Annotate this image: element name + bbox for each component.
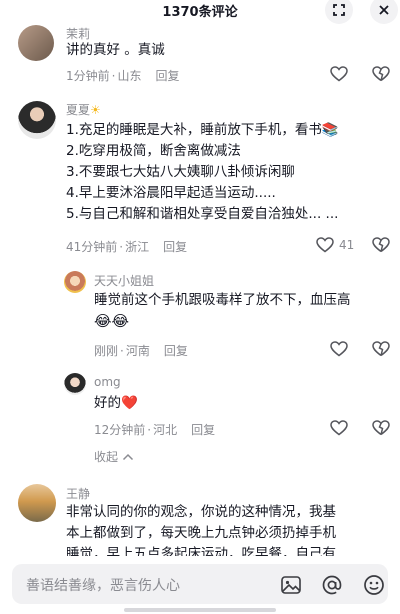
comment-line: 好的 [94,395,121,411]
comment-line: 睡觉，早上五点多起床运动，吃早餐，自己有 [66,546,336,556]
close-icon [379,5,389,15]
comment-meta: 41分钟前 · 浙江 回复 [66,238,188,255]
home-indicator [124,608,276,612]
broken-heart-icon [372,420,390,436]
avatar[interactable] [18,101,56,139]
comment-input[interactable]: 善语结善缘，恶言伤人心 [12,564,388,604]
comment-time: 41分钟前 [66,240,118,254]
comment-text: 1.充足的睡眠是大补，睡前放下手机，看书📚 2.吃穿用极简，断舍离做减法 3.不… [66,120,339,225]
avatar[interactable] [18,25,54,61]
like-count: 41 [339,238,355,252]
heart-outline-icon [316,237,334,253]
comment-location: 山东 [117,69,142,83]
broken-heart-icon [372,237,390,253]
comment-time: 1分钟前 [66,69,110,83]
like-button[interactable] [330,66,348,82]
comment-line: 2.吃穿用极简，断舍离做减法 [66,143,241,159]
comment-location: 河南 [125,344,150,358]
at-icon [322,575,342,595]
comment-line: 4.早上要沐浴晨阳早起适当运动..... [66,185,276,201]
comment-panel-header: 1370条评论 [0,0,400,24]
comment-meta: 12分钟前 · 河北 回复 [94,421,216,438]
expand-button[interactable] [325,0,353,24]
red-heart-emoji: ❤️ [121,395,138,411]
like-button[interactable] [330,341,348,357]
username-text: 夏夏 [66,103,91,117]
sun-icon: ☀ [90,103,101,117]
reply-button[interactable]: 回复 [191,421,215,438]
comment-text: 睡觉前这个手机跟吸毒样了放不下，血压高 😂😂 [94,290,351,332]
comment-input-area: 善语结善缘，恶言伤人心 [0,556,400,614]
expand-icon [333,4,345,16]
comment-time: 刚刚 [94,344,119,358]
reply-button[interactable]: 回复 [163,238,187,255]
comment-meta: 刚刚 · 河南 回复 [94,342,188,359]
reply-button[interactable]: 回复 [155,67,179,84]
comment-username[interactable]: 王静 [66,485,90,502]
like-button[interactable] [330,420,348,436]
collapse-replies-button[interactable]: 收起 [94,448,134,465]
comment-text: 非常认同的你的观念，你说的这种情况，我基 本上都做到了，每天晚上九点钟必须扔掉手… [66,502,336,556]
comment-text: 好的❤️ [94,393,138,414]
heart-outline-icon [330,420,348,436]
collapse-label: 收起 [94,450,119,464]
avatar[interactable] [64,271,86,293]
emoji-icon [364,575,384,595]
chevron-up-icon [122,453,134,460]
dislike-button[interactable] [372,66,390,86]
broken-heart-icon [372,66,390,82]
comment-line: 3.不要跟七大姑八大姨聊八卦倾诉闲聊 [66,164,295,180]
mention-button[interactable] [321,574,343,596]
comment-line: 1.充足的睡眠是大补，睡前放下手机，看书📚 [66,122,339,138]
comment-list[interactable]: 茉莉 讲的真好 。真诚 1分钟前 · 山东 回复 夏夏☀ 1.充足的睡眠是大补，… [0,22,400,556]
avatar[interactable] [64,373,86,395]
reply-button[interactable]: 回复 [164,342,188,359]
avatar[interactable] [18,484,56,522]
comment-username[interactable]: 天天小姐姐 [94,272,154,289]
comment-meta: 1分钟前 · 山东 回复 [66,67,180,84]
dislike-button[interactable] [372,237,390,257]
heart-outline-icon [330,341,348,357]
comment-input-placeholder: 善语结善缘，恶言伤人心 [26,578,180,594]
laugh-cry-emoji: 😂😂 [94,312,130,330]
dislike-button[interactable] [372,341,390,361]
comment-line: 睡觉前这个手机跟吸毒样了放不下，血压高 [94,292,351,308]
close-button[interactable] [370,0,398,24]
dislike-button[interactable] [372,420,390,440]
comment-username[interactable]: omg [94,375,121,389]
comment-line: 本上都做到了，每天晚上九点钟必须扔掉手机 [66,525,336,541]
image-button[interactable] [280,574,302,596]
comment-username[interactable]: 夏夏☀ [66,101,101,118]
comment-line: 5.与自己和解和谐相处享受自爱自洽独处... ... [66,206,339,222]
broken-heart-icon [372,341,390,357]
comment-time: 12分钟前 [94,423,146,437]
comment-line: 非常认同的你的观念，你说的这种情况，我基 [66,504,336,520]
image-icon [281,576,301,594]
comment-text: 讲的真好 。真诚 [66,42,165,58]
comment-location: 浙江 [125,240,150,254]
heart-outline-icon [330,66,348,82]
emoji-button[interactable] [363,574,385,596]
comment-location: 河北 [153,423,178,437]
like-button[interactable]: 41 [316,237,354,253]
